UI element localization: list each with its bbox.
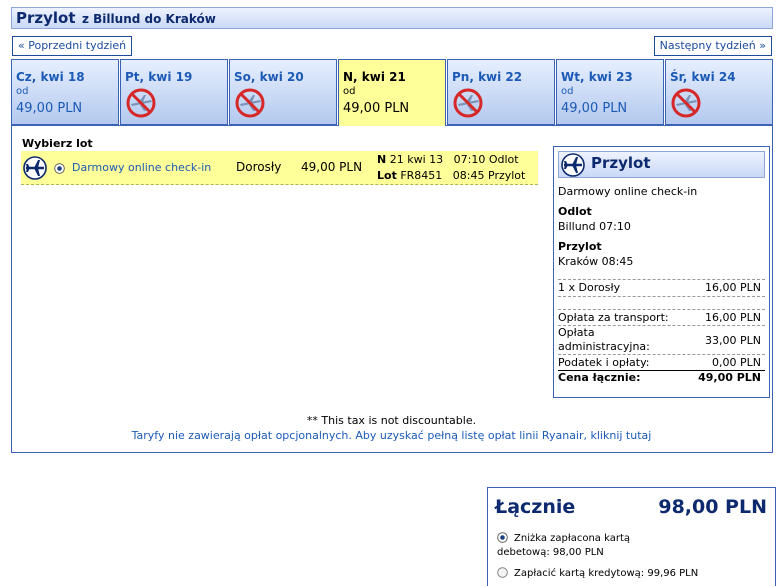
departure-label: Odlot <box>488 153 519 166</box>
summary-pax-value: 16,00 PLN <box>705 281 761 294</box>
divider <box>11 125 338 126</box>
credit-card-label: Zapłacić kartą kredytową: 99,96 PLN <box>514 568 699 579</box>
flight-number: FR8451 <box>400 169 443 182</box>
credit-card-radio[interactable] <box>497 567 508 578</box>
no-flight-icon <box>126 88 156 118</box>
divider <box>446 125 773 126</box>
flight-row[interactable]: Darmowy online check-in Dorosły 49,00 PL… <box>21 151 538 185</box>
day-tab-thu-18[interactable]: Cz, kwi 18 od 49,00 PLN <box>11 59 119 125</box>
day-tab-wed-24[interactable]: Śr, kwi 24 <box>665 59 773 125</box>
divider <box>558 354 765 355</box>
day-tab-label: Pn, kwi 22 <box>452 70 523 84</box>
flight-price: 49,00 PLN <box>301 160 363 174</box>
debit-card-label: Zniżka zapłacona kartą <box>514 533 630 544</box>
day-tab-mon-22[interactable]: Pn, kwi 22 <box>447 59 555 125</box>
arrival-label: Przylot <box>488 169 526 182</box>
summary-arrival-value: Kraków 08:45 <box>558 255 634 268</box>
summary-total-value: 49,00 PLN <box>698 371 761 384</box>
grand-total-label: Łącznie <box>495 496 576 518</box>
next-week-button[interactable]: Następny tydzień » <box>653 36 772 56</box>
day-tab-label: Śr, kwi 24 <box>670 70 736 84</box>
flight-date: 21 kwi 13 <box>389 153 444 166</box>
summary-pax-label: 1 x Dorosły <box>558 281 621 294</box>
summary-tax-value: 0,00 PLN <box>712 356 761 369</box>
divider <box>558 279 765 280</box>
day-tab-label: Cz, kwi 18 <box>16 70 85 84</box>
day-tab-label: N, kwi 21 <box>343 70 406 84</box>
fare-name[interactable]: Darmowy online check-in <box>72 161 211 174</box>
select-flight-heading: Wybierz lot <box>22 137 93 150</box>
summary-admin-label: Opłata <box>558 326 595 339</box>
day-tab-price: 49,00 PLN <box>16 101 83 116</box>
fare-radio[interactable] <box>54 163 65 174</box>
summary-header: Przylot <box>558 151 765 178</box>
summary-total-label: Cena łącznie: <box>558 371 641 384</box>
day-tab-fri-19[interactable]: Pt, kwi 19 <box>120 59 228 125</box>
prev-week-button[interactable]: « Poprzedni tydzień <box>12 36 133 56</box>
day-tab-from: od <box>561 86 574 97</box>
summary-admin-value: 33,00 PLN <box>705 334 761 347</box>
day-tab-tue-23[interactable]: Wt, kwi 23 od 49,00 PLN <box>556 59 664 125</box>
plane-circle-icon <box>561 153 585 177</box>
flight-number-line: Lot FR8451 08:45 Przylot <box>377 169 525 182</box>
summary-departure-value: Billund 07:10 <box>558 220 631 233</box>
day-code: N <box>377 153 387 166</box>
lot-label: Lot <box>377 169 397 182</box>
day-tab-sat-20[interactable]: So, kwi 20 <box>229 59 337 125</box>
summary-transport-label: Opłata za transport: <box>558 311 669 324</box>
summary-title: Przylot <box>591 154 651 172</box>
day-tab-label: So, kwi 20 <box>234 70 304 84</box>
grand-total-value: 98,00 PLN <box>658 496 767 518</box>
summary-fare-name: Darmowy online check-in <box>558 185 698 198</box>
day-tab-price: 49,00 PLN <box>561 101 628 116</box>
day-tab-sun-21[interactable]: N, kwi 21 od 49,00 PLN <box>338 59 446 126</box>
debit-card-radio[interactable] <box>497 532 508 543</box>
summary-tax-label: Podatek i opłaty: <box>558 356 650 369</box>
price-summary-box: Przylot Darmowy online check-in Odlot Bi… <box>553 146 770 398</box>
debit-card-option[interactable]: Zniżka zapłacona kartą debetową: 98,00 P… <box>497 532 757 560</box>
day-tab-label: Wt, kwi 23 <box>561 70 633 84</box>
no-flight-icon <box>235 88 265 118</box>
day-tab-label: Pt, kwi 19 <box>125 70 193 84</box>
day-tab-from: od <box>343 86 356 97</box>
no-flight-icon <box>671 88 701 118</box>
arrival-time: 08:45 <box>452 169 485 182</box>
grand-total-box: Łącznie 98,00 PLN Zniżka zapłacona kartą… <box>487 487 776 586</box>
no-flight-icon <box>453 88 483 118</box>
debit-card-amount: debetową: 98,00 PLN <box>497 547 604 558</box>
route-subtitle: z Billund do Kraków <box>82 12 216 26</box>
passenger-type: Dorosły <box>236 160 282 174</box>
summary-departure-label: Odlot <box>558 205 592 218</box>
plane-circle-icon <box>23 156 47 180</box>
summary-transport-value: 16,00 PLN <box>705 311 761 324</box>
departure-time: 07:10 <box>453 153 486 166</box>
summary-admin-label-2: administracyjna: <box>558 340 650 353</box>
page-title: Przylot <box>16 9 76 27</box>
day-tab-from: od <box>16 86 29 97</box>
tax-note: ** This tax is not discountable. <box>306 414 477 427</box>
credit-card-option[interactable]: Zapłacić kartą kredytową: 99,96 PLN <box>497 567 698 579</box>
fees-link[interactable]: Taryfy nie zawierają opłat opcjonalnych.… <box>0 429 783 442</box>
page-header: Przylot z Billund do Kraków <box>11 7 773 29</box>
summary-arrival-label: Przylot <box>558 240 602 253</box>
divider <box>558 296 765 297</box>
divider <box>558 309 765 310</box>
flight-date-line: N 21 kwi 13 07:10 Odlot <box>377 153 519 166</box>
day-tab-price: 49,00 PLN <box>343 101 410 116</box>
